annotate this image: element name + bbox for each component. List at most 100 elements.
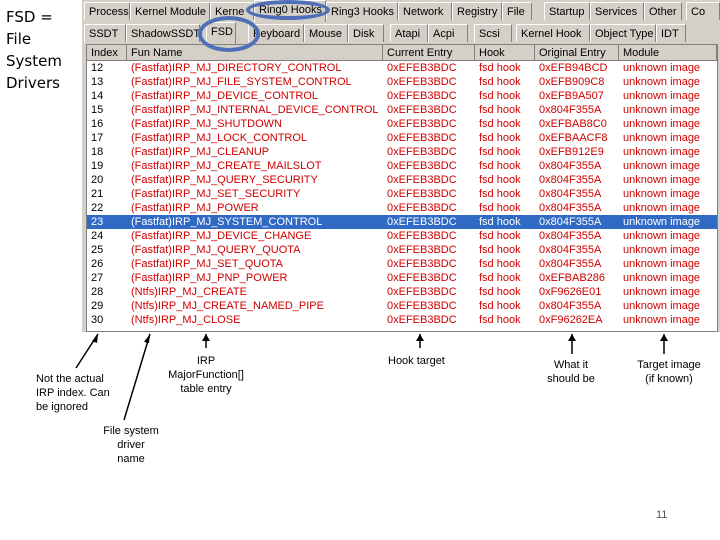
cell-module: unknown image	[623, 104, 701, 116]
cell-hook: fsd hook	[479, 244, 521, 256]
tab-ssdt[interactable]: SSDT	[84, 24, 126, 42]
tab-keyboard[interactable]: Keyboard	[248, 24, 304, 42]
table-row[interactable]: 25 (Fastfat)IRP_MJ_QUERY_QUOTA 0xEFEB3BDC f…	[87, 243, 717, 257]
tab-kernel-module[interactable]: Kernel Module	[130, 2, 210, 20]
table-row[interactable]: 29 (Ntfs)IRP_MJ_CREATE_NAMED_PIPE 0xEFEB3B…	[87, 299, 717, 313]
cell-index: 16	[91, 118, 104, 130]
cell-current-entry: 0xEFEB3BDC	[387, 216, 457, 228]
page-number: 11	[656, 509, 668, 521]
table-row[interactable]: 12 (Fastfat)IRP_MJ_DIRECTORY_CONTROL 0xEFE…	[87, 61, 717, 75]
cell-original-entry: 0x804F355A	[539, 188, 602, 200]
tab-kernel-hook[interactable]: Kernel Hook	[516, 24, 590, 42]
table-row[interactable]: 30 (Ntfs)IRP_MJ_CLOSE 0xEFEB3BDC fsd hook 0x…	[87, 313, 717, 327]
cell-current-entry: 0xEFEB3BDC	[387, 202, 457, 214]
table-row[interactable]: 18 (Fastfat)IRP_MJ_CLEANUP 0xEFEB3BDC fsd h…	[87, 145, 717, 159]
cell-current-entry: 0xEFEB3BDC	[387, 90, 457, 102]
cell-fun-name: (Fastfat)IRP_MJ_DIRECTORY_CONTROL	[131, 62, 342, 74]
col-current-entry[interactable]: Current Entry	[383, 45, 475, 61]
table-row[interactable]: 17 (Fastfat)IRP_MJ_LOCK_CONTROL 0xEFEB3BDC…	[87, 131, 717, 145]
cell-fun-name: (Fastfat)IRP_MJ_DEVICE_CHANGE	[131, 230, 312, 242]
cell-current-entry: 0xEFEB3BDC	[387, 104, 457, 116]
col-module[interactable]: Module	[619, 45, 717, 61]
tab-scsi[interactable]: Scsi	[474, 24, 512, 42]
cell-index: 29	[91, 300, 104, 312]
cell-current-entry: 0xEFEB3BDC	[387, 230, 457, 242]
cell-current-entry: 0xEFEB3BDC	[387, 286, 457, 298]
table-row[interactable]: 15 (Fastfat)IRP_MJ_INTERNAL_DEVICE_CONTRO…	[87, 103, 717, 117]
cell-hook: fsd hook	[479, 90, 521, 102]
tab-startup[interactable]: Startup	[544, 2, 590, 20]
tab-mouse[interactable]: Mouse	[304, 24, 348, 42]
cell-module: unknown image	[623, 286, 701, 298]
cell-module: unknown image	[623, 272, 701, 284]
cell-index: 23	[91, 216, 104, 228]
cell-module: unknown image	[623, 230, 701, 242]
cell-hook: fsd hook	[479, 188, 521, 200]
table-row[interactable]: 26 (Fastfat)IRP_MJ_SET_QUOTA 0xEFEB3BDC fsd…	[87, 257, 717, 271]
cell-hook: fsd hook	[479, 230, 521, 242]
tab-idt[interactable]: IDT	[656, 24, 686, 42]
tab-fsd[interactable]: FSD	[206, 22, 236, 44]
col-hook[interactable]: Hook	[475, 45, 535, 61]
cell-fun-name: (Ntfs)IRP_MJ_CREATE_NAMED_PIPE	[131, 300, 324, 312]
tab-object-type[interactable]: Object Type	[590, 24, 656, 42]
tab-shadow-ssdt[interactable]: ShadowSSDT	[126, 24, 200, 42]
tab-file[interactable]: File	[502, 2, 532, 20]
cell-module: unknown image	[623, 118, 701, 130]
cell-index: 12	[91, 62, 104, 74]
cell-module: unknown image	[623, 300, 701, 312]
fsd-hook-table[interactable]: Index Fun Name Current Entry Hook Origin…	[86, 44, 718, 332]
cell-index: 19	[91, 160, 104, 172]
cell-current-entry: 0xEFEB3BDC	[387, 146, 457, 158]
tab-acpi[interactable]: Acpi	[428, 24, 468, 42]
cell-module: unknown image	[623, 244, 701, 256]
table-row[interactable]: 22 (Fastfat)IRP_MJ_POWER 0xEFEB3BDC fsd hoo…	[87, 201, 717, 215]
col-index[interactable]: Index	[87, 45, 127, 61]
cell-current-entry: 0xEFEB3BDC	[387, 118, 457, 130]
cell-hook: fsd hook	[479, 62, 521, 74]
tab-ring3-hooks[interactable]: Ring3 Hooks	[326, 2, 398, 20]
tab-co[interactable]: Co	[686, 2, 720, 20]
tab-services[interactable]: Services	[590, 2, 644, 20]
table-row[interactable]: 19 (Fastfat)IRP_MJ_CREATE_MAILSLOT 0xEFEB3…	[87, 159, 717, 173]
table-row[interactable]: 28 (Ntfs)IRP_MJ_CREATE 0xEFEB3BDC fsd hook 0…	[87, 285, 717, 299]
tab-process[interactable]: Process	[84, 2, 130, 20]
table-row[interactable]: 24 (Fastfat)IRP_MJ_DEVICE_CHANGE 0xEFEB3BD…	[87, 229, 717, 243]
cell-fun-name: (Fastfat)IRP_MJ_SHUTDOWN	[131, 118, 282, 130]
cell-index: 17	[91, 132, 104, 144]
cell-fun-name: (Fastfat)IRP_MJ_INTERNAL_DEVICE_CONTROL	[131, 104, 379, 116]
tab-ring0-hooks[interactable]: Ring0 Hooks	[254, 0, 326, 22]
cell-original-entry: 0x804F355A	[539, 244, 602, 256]
tab-atapi[interactable]: Atapi	[390, 24, 428, 42]
cell-hook: fsd hook	[479, 118, 521, 130]
tab-kernel[interactable]: Kerne	[210, 2, 254, 20]
cell-index: 22	[91, 202, 104, 214]
cell-original-entry: 0xEFB94BCD	[539, 62, 608, 74]
cell-hook: fsd hook	[479, 286, 521, 298]
fsd-arrow	[123, 333, 151, 421]
tab-network[interactable]: Network	[398, 2, 452, 20]
tab-other[interactable]: Other	[644, 2, 682, 20]
table-row[interactable]: 16 (Fastfat)IRP_MJ_SHUTDOWN 0xEFEB3BDC fsd …	[87, 117, 717, 131]
cell-index: 30	[91, 314, 104, 326]
annotation-fsd: File system driver name	[103, 425, 159, 465]
table-row[interactable]: 20 (Fastfat)IRP_MJ_QUERY_SECURITY 0xEFEB3B…	[87, 173, 717, 187]
cell-original-entry: 0x804F355A	[539, 230, 602, 242]
tab-registry[interactable]: Registry	[452, 2, 502, 20]
table-row[interactable]: 14 (Fastfat)IRP_MJ_DEVICE_CONTROL 0xEFEB3B…	[87, 89, 717, 103]
cell-original-entry: 0xF9626E01	[539, 286, 602, 298]
cell-current-entry: 0xEFEB3BDC	[387, 76, 457, 88]
annotation-index: Not the actual IRP index. Can be ignored	[36, 373, 110, 413]
annotation-module: Target image (if known)	[637, 359, 701, 385]
col-original-entry[interactable]: Original Entry	[535, 45, 619, 61]
table-row[interactable]: 13 (Fastfat)IRP_MJ_FILE_SYSTEM_CONTROL 0xE…	[87, 75, 717, 89]
cell-original-entry: 0xEFB9A507	[539, 90, 604, 102]
col-fun-name[interactable]: Fun Name	[127, 45, 383, 61]
cell-fun-name: (Fastfat)IRP_MJ_QUERY_SECURITY	[131, 174, 318, 186]
cell-current-entry: 0xEFEB3BDC	[387, 300, 457, 312]
table-row-selected[interactable]: 23 (Fastfat)IRP_MJ_SYSTEM_CONTROL 0xEFEB3B…	[87, 215, 717, 229]
cell-current-entry: 0xEFEB3BDC	[387, 132, 457, 144]
tab-disk[interactable]: Disk	[348, 24, 384, 42]
table-row[interactable]: 21 (Fastfat)IRP_MJ_SET_SECURITY 0xEFEB3BDC…	[87, 187, 717, 201]
table-row[interactable]: 27 (Fastfat)IRP_MJ_PNP_POWER 0xEFEB3BDC fsd…	[87, 271, 717, 285]
